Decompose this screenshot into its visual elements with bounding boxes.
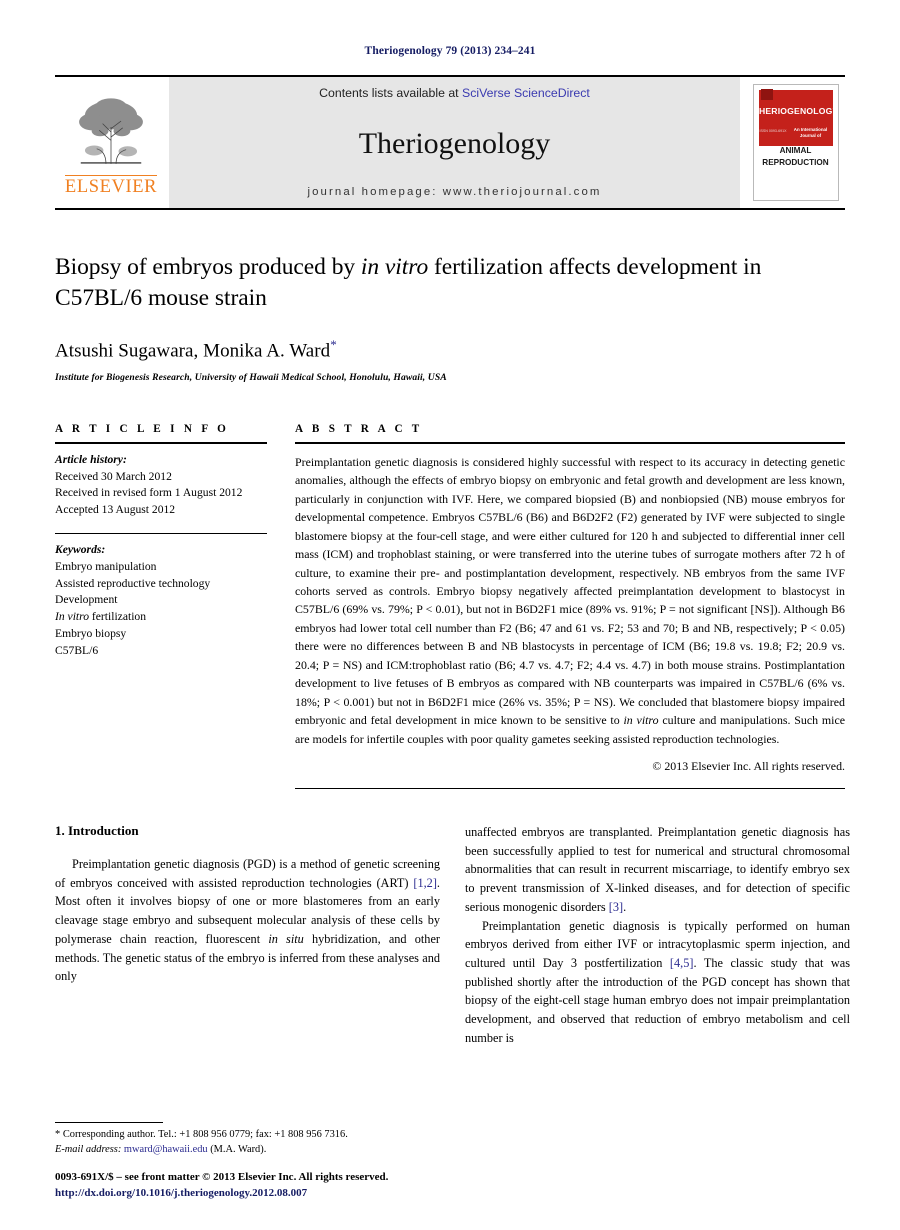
abstract-column: A B S T R A C T Preimplantation genetic … (295, 422, 845, 790)
journal-title: Theriogenology (358, 127, 551, 160)
doi-link[interactable]: http://dx.doi.org/10.1016/j.theriogenolo… (55, 1186, 495, 1202)
article-history-block: Article history: Received 30 March 2012 … (55, 444, 267, 519)
history-received: Received 30 March 2012 (55, 469, 172, 483)
cover-issn: ISSN 0093-691X (759, 129, 787, 133)
cover-journal-title: THERIOGENOLOGY (753, 106, 839, 116)
cover-logo-mark-icon (760, 89, 773, 100)
keyword-item: C57BL/6 (55, 643, 99, 657)
page-title: Biopsy of embryos produced by in vitro f… (55, 252, 845, 315)
keywords-label: Keywords: (55, 543, 106, 557)
author-names: Atsushi Sugawara, Monika A. Ward (55, 339, 331, 361)
intro-left-text-1: Preimplantation genetic diagnosis (PGD) … (55, 857, 440, 890)
body-column-right: unaffected embryos are transplanted. Pre… (465, 823, 850, 1047)
section-heading-introduction: 1. Introduction (55, 823, 139, 839)
issn-front-matter: 0093-691X/$ – see front matter © 2013 El… (55, 1171, 389, 1184)
title-part-1: Biopsy of embryos produced by (55, 254, 361, 280)
contents-prefix: Contents lists available at (319, 86, 463, 100)
email-note: E-mail address: mward@hawaii.edu (M.A. W… (55, 1143, 440, 1158)
running-head: Theriogenology 79 (2013) 234–241 (364, 45, 536, 57)
author-list: Atsushi Sugawara, Monika A. Ward* (55, 337, 845, 362)
intro-paragraph-right-1: unaffected embryos are transplanted. Pre… (465, 823, 850, 916)
intro-left-italic-insitu: in situ (268, 931, 304, 946)
abstract-italic-invitro: in vitro (623, 713, 659, 728)
elsevier-logo: ELSEVIER (55, 77, 167, 208)
journal-masthead: ELSEVIER Contents lists available at Sci… (55, 75, 845, 210)
article-info-column: A R T I C L E I N F O Article history: R… (55, 423, 267, 660)
sciencedirect-link[interactable]: SciVerse ScienceDirect (462, 86, 590, 100)
keyword-item: Embryo manipulation (55, 559, 157, 573)
imprint-block: 0093-691X/$ – see front matter © 2013 El… (55, 1170, 495, 1202)
intro-paragraph-right-2: Preimplantation genetic diagnosis is typ… (465, 917, 850, 1048)
keyword-italic-rest: fertilization (89, 610, 147, 624)
masthead-center: Contents lists available at SciVerse Sci… (169, 77, 740, 208)
footnote-rule (55, 1122, 163, 1124)
title-italic-invitro: in vitro (360, 254, 429, 280)
abstract-part-1: Preimplantation genetic diagnosis is con… (295, 454, 845, 728)
citation-ref-1-2[interactable]: [1,2] (413, 876, 437, 890)
keyword-italic-lead: In vitro (55, 610, 90, 624)
elsevier-wordmark: ELSEVIER (64, 175, 158, 198)
title-part-2: fertilization affects development (428, 254, 738, 280)
email-link[interactable]: mward@hawaii.edu (124, 1144, 208, 1155)
journal-cover-thumbnail: THERIOGENOLOGY ISSN 0093-691X An Interna… (746, 77, 845, 208)
email-suffix: (M.A. Ward). (207, 1144, 267, 1156)
history-accepted: Accepted 13 August 2012 (55, 503, 176, 517)
corresponding-author-marker: * (330, 336, 337, 352)
intro-right-text-1: unaffected embryos are transplanted. Pre… (465, 825, 850, 914)
affiliation: Institute for Biogenesis Research, Unive… (55, 371, 447, 383)
keyword-item: In vitro fertilization (55, 609, 267, 626)
citation-ref-3[interactable]: [3] (609, 900, 623, 914)
footnote-marker: * (55, 1129, 61, 1141)
paper-page: Theriogenology 79 (2013) 234–241 ELSEVIE… (0, 0, 900, 1230)
cover-animal-reproduction: ANIMAL REPRODUCTION (754, 145, 838, 170)
keyword-item: Assisted reproductive technology (55, 576, 211, 590)
body-column-left: 1. Introduction Preimplantation genetic … (55, 823, 440, 986)
intro-right-text-2: . (623, 899, 627, 914)
corresponding-author-note: * Corresponding author. Tel.: +1 808 956… (55, 1128, 440, 1143)
intro-paragraph-left: Preimplantation genetic diagnosis (PGD) … (55, 855, 440, 986)
body-columns: 1. Introduction Preimplantation genetic … (55, 823, 850, 1047)
info-abstract-region: A R T I C L E I N F O Article history: R… (55, 422, 845, 790)
keywords-block: Keywords: Embryo manipulation Assisted r… (55, 534, 267, 660)
footnote-block: * Corresponding author. Tel.: +1 808 956… (55, 1122, 440, 1158)
abstract-heading: A B S T R A C T (295, 422, 423, 435)
cover-image: THERIOGENOLOGY ISSN 0093-691X An Interna… (752, 84, 839, 201)
cover-animal-line1: ANIMAL (779, 146, 812, 155)
history-revised: Received in revised form 1 August 2012 (55, 486, 243, 500)
citation-ref-4-5[interactable]: [4,5] (670, 956, 694, 970)
keyword-item: Embryo biopsy (55, 627, 127, 640)
corresponding-author-text: Corresponding author. Tel.: +1 808 956 0… (62, 1129, 348, 1141)
copyright-line: © 2013 Elsevier Inc. All rights reserved… (652, 759, 845, 774)
contents-available-line: Contents lists available at SciVerse Sci… (319, 86, 590, 100)
journal-homepage-link[interactable]: journal homepage: www.theriojournal.com (307, 186, 601, 198)
cover-animal-line2: REPRODUCTION (762, 158, 829, 168)
email-label: E-mail address: (55, 1144, 122, 1156)
keyword-item: Development (55, 593, 118, 607)
abstract-bottom-rule (295, 788, 845, 790)
article-history-label: Article history: (55, 452, 127, 466)
elsevier-tree-icon (79, 98, 143, 165)
abstract-text: Preimplantation genetic diagnosis is con… (295, 444, 845, 748)
title-block: Biopsy of embryos produced by in vitro f… (55, 252, 845, 383)
cover-subtitle: An International Journal of (793, 127, 828, 138)
article-info-heading: A R T I C L E I N F O (55, 422, 230, 435)
